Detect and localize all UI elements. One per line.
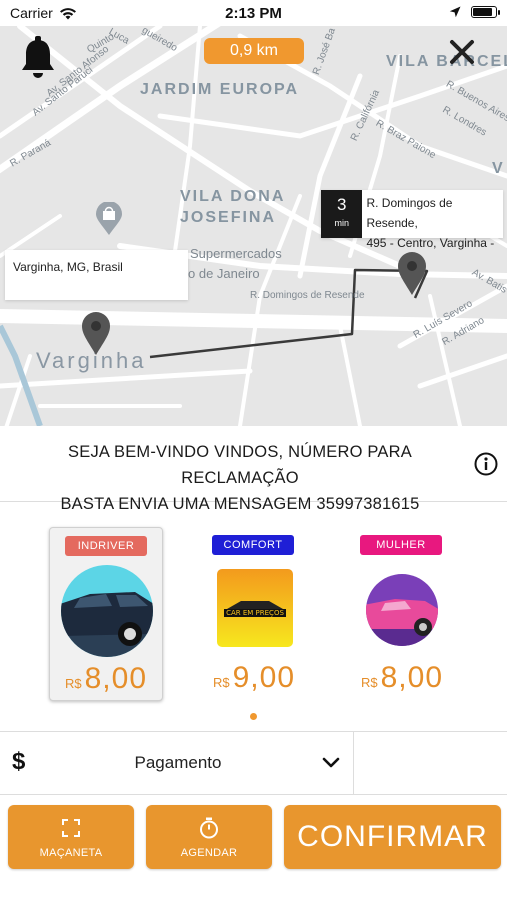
handle-button-label: MAÇANETA	[39, 847, 103, 859]
welcome-banner: SEJA BEM-VINDO VINDOS, NÚMERO PARA RECLA…	[0, 426, 507, 513]
destination-line1: R. Domingos de Resende,	[366, 196, 453, 230]
distance-badge: 0,9 km	[204, 38, 304, 64]
location-arrow-icon	[449, 6, 461, 18]
ride-option-mulher[interactable]: MULHER R$ 8,00	[345, 527, 459, 701]
destination-line2: 495 - Centro, Varginha -	[366, 236, 495, 250]
ride-option-price: R$ 8,00	[345, 661, 459, 695]
ride-options: INDRIVER R$ 8,00 COMFORT CAR EM PREÇOS R…	[0, 503, 507, 730]
poi-label: o de Janeiro	[188, 266, 260, 281]
clock: 2:13 PM	[225, 5, 282, 22]
info-icon[interactable]	[474, 452, 498, 476]
schedule-button-label: AGENDAR	[180, 847, 238, 859]
destination-callout[interactable]: 3 min R. Domingos de Resende, 495 - Cent…	[321, 190, 503, 250]
price-amount: 8,00	[84, 662, 147, 695]
destination-address: R. Domingos de Resende, 495 - Centro, Va…	[362, 190, 503, 250]
schedule-button[interactable]: AGENDAR	[146, 805, 272, 869]
origin-callout[interactable]: Varginha, MG, Brasil	[5, 250, 188, 300]
ride-option-comfort[interactable]: COMFORT CAR EM PREÇOS R$ 9,00	[197, 527, 311, 701]
eta-value: 3	[336, 195, 347, 214]
comfort-logo-text: CAR EM PREÇOS	[226, 609, 284, 617]
chevron-down-icon	[322, 757, 340, 768]
map-view[interactable]: JARDIM EUROPA VILA DONA JOSEFINA VILA BA…	[0, 26, 507, 426]
handle-button[interactable]: MAÇANETA	[8, 805, 134, 869]
dollar-icon: $	[12, 748, 26, 775]
ride-option-indriver[interactable]: INDRIVER R$ 8,00	[49, 527, 163, 701]
stopwatch-icon	[200, 817, 218, 839]
currency-label: R$	[212, 675, 230, 690]
eta-unit: min	[334, 218, 349, 228]
origin-pin-icon	[82, 312, 110, 355]
car-suv-image	[61, 565, 153, 657]
price-amount: 8,00	[380, 661, 443, 694]
page-indicator-dot	[250, 713, 257, 720]
neighborhood-label: JOSEFINA	[180, 209, 277, 226]
pink-car-image	[366, 574, 438, 646]
shopping-bag-icon	[96, 202, 122, 235]
confirm-button[interactable]: CONFIRMAR	[284, 805, 501, 869]
payment-row: $ Pagamento	[0, 731, 507, 795]
ride-option-badge: INDRIVER	[65, 536, 147, 556]
welcome-line1: SEJA BEM-VINDO VINDOS, NÚMERO PARA RECLA…	[68, 443, 412, 487]
origin-address: Varginha, MG, Brasil	[13, 260, 123, 274]
battery-icon	[471, 6, 500, 18]
ride-option-badge: MULHER	[360, 535, 442, 555]
expand-frame-icon	[62, 819, 80, 837]
ride-option-price: R$ 8,00	[50, 662, 162, 696]
status-right	[449, 6, 500, 18]
status-bar: Carrier 2:13 PM	[0, 0, 507, 26]
eta-box: 3 min	[321, 190, 363, 238]
notification-bell-icon[interactable]	[20, 36, 56, 80]
neighborhood-label: JARDIM EUROPA	[140, 81, 300, 98]
payment-label: Pagamento	[134, 753, 222, 772]
neighborhood-label: V	[492, 160, 505, 177]
comfort-logo-image: CAR EM PREÇOS	[217, 569, 293, 647]
ride-option-price: R$ 9,00	[197, 661, 311, 695]
neighborhood-label: VILA DONA	[180, 188, 286, 205]
currency-label: R$	[64, 676, 82, 691]
poi-label: Supermercados	[190, 246, 282, 261]
destination-pin-icon	[398, 252, 426, 295]
price-amount: 9,00	[232, 661, 295, 694]
close-icon[interactable]	[446, 36, 478, 68]
ride-option-badge: COMFORT	[212, 535, 294, 555]
currency-label: R$	[360, 675, 378, 690]
street-label: R. Domingos de Resende	[250, 290, 365, 301]
payment-select[interactable]: $ Pagamento	[0, 732, 354, 794]
